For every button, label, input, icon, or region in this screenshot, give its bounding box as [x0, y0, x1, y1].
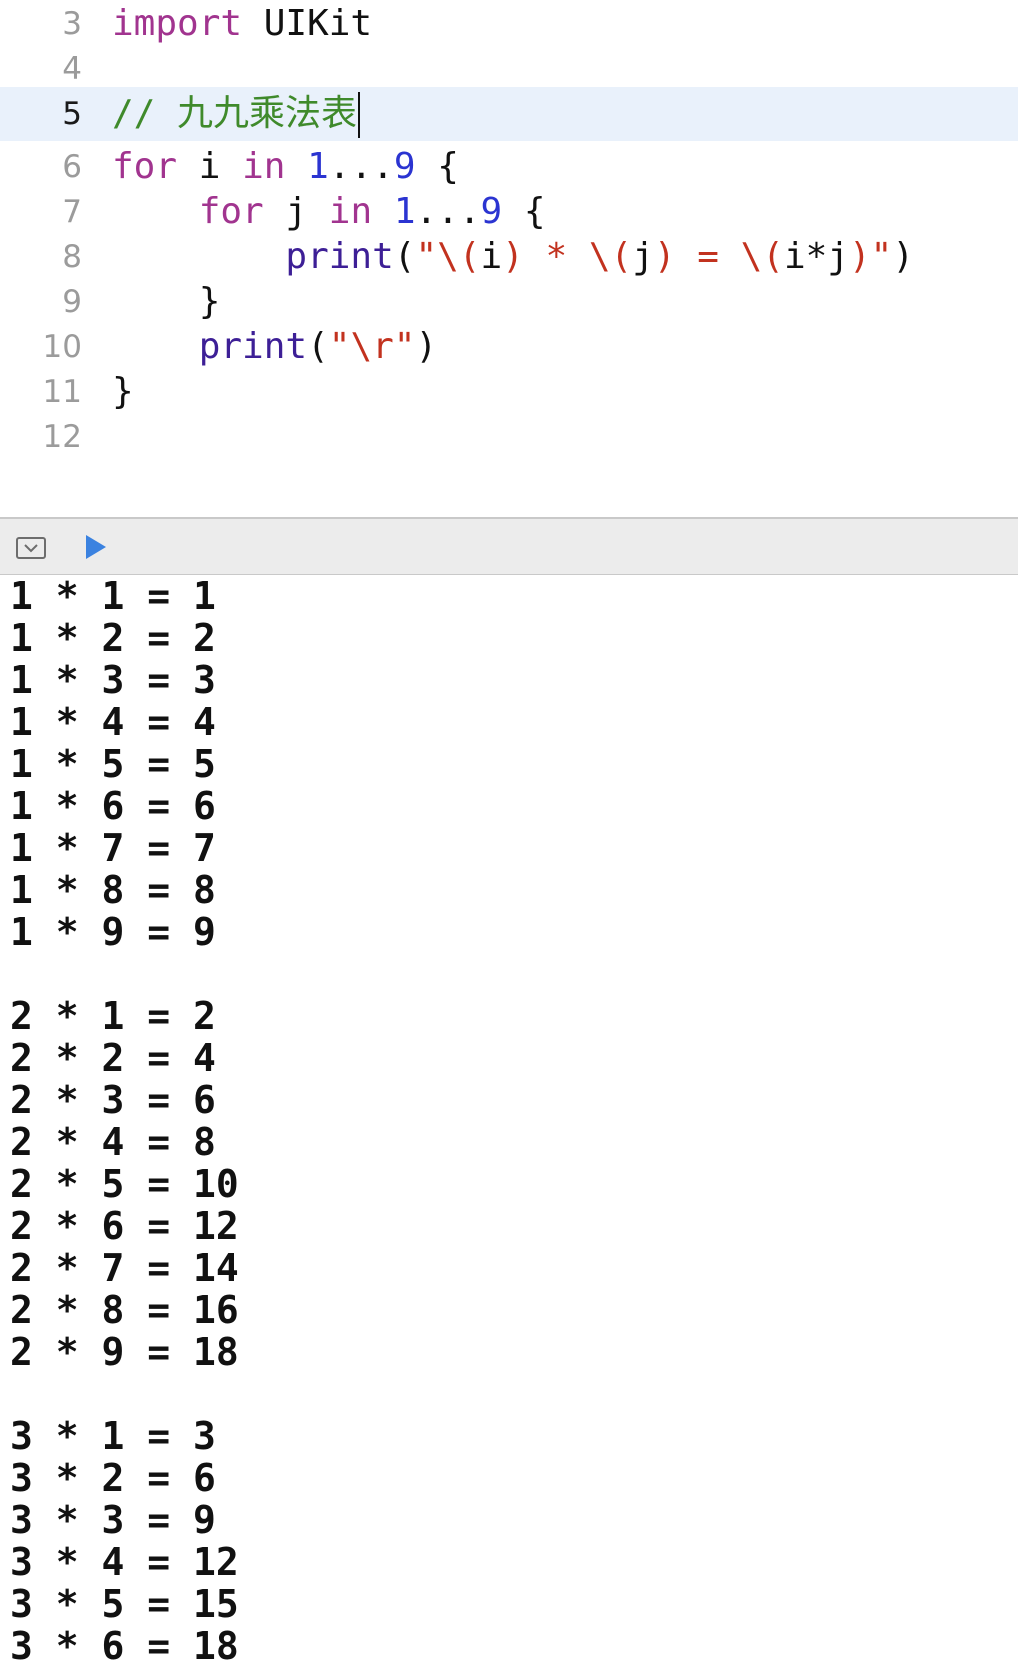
- code-token: print: [198, 326, 308, 367]
- console-line: 3 * 4 = 12: [10, 1540, 239, 1584]
- console-output: 1 * 1 = 11 * 2 = 21 * 3 = 31 * 4 = 41 * …: [0, 575, 1018, 1674]
- code-token: in: [242, 146, 286, 187]
- code-line[interactable]: 12: [0, 413, 1018, 461]
- code-token: import: [112, 3, 243, 44]
- console-line: 2 * 7 = 14: [10, 1246, 239, 1290]
- code-token: ) * \(: [502, 236, 633, 277]
- code-line[interactable]: 4: [0, 45, 1018, 93]
- code-token: i*j: [783, 236, 849, 277]
- code-token: "\r": [328, 326, 416, 367]
- code-text: import UIKit: [112, 0, 372, 48]
- console-line: 3 * 3 = 9: [10, 1498, 216, 1542]
- line-number: 9: [62, 284, 82, 320]
- code-token: j: [263, 191, 329, 232]
- code-line[interactable]: 8 print("\(i) * \(j) = \(i*j)"): [0, 233, 1018, 281]
- code-token: in: [328, 191, 373, 232]
- line-number: 3: [62, 6, 82, 42]
- console-line: 1 * 3 = 3: [10, 658, 216, 702]
- console-line: 1 * 1 = 1: [10, 575, 216, 618]
- code-token: ...: [328, 146, 394, 187]
- console-line: 1 * 6 = 6: [10, 784, 216, 828]
- code-token: 1: [307, 146, 329, 187]
- console-line: 2 * 9 = 18: [10, 1330, 239, 1374]
- console-line: 3 * 5 = 15: [10, 1582, 239, 1626]
- code-text: }: [112, 368, 134, 416]
- play-icon[interactable]: [84, 533, 108, 565]
- console-line: 2 * 6 = 12: [10, 1204, 239, 1248]
- code-token: ) = \(: [653, 236, 784, 277]
- code-token: }: [112, 281, 221, 322]
- code-text: print("\(i) * \(j) = \(i*j)"): [112, 233, 914, 281]
- code-token: {: [502, 191, 546, 232]
- code-token: )": [848, 236, 893, 277]
- code-text: for i in 1...9 {: [112, 143, 459, 191]
- code-text: // 九九乘法表: [112, 87, 361, 141]
- console-line: 2 * 8 = 16: [10, 1288, 239, 1332]
- code-token: 9: [480, 191, 503, 232]
- code-token: ): [892, 236, 915, 277]
- debug-toolbar: [0, 517, 1018, 575]
- line-number: 6: [62, 149, 82, 185]
- hide-debug-area-icon[interactable]: [16, 537, 46, 559]
- console-line: 1 * 2 = 2: [10, 616, 216, 660]
- code-token: ): [415, 326, 438, 367]
- code-token: i: [480, 236, 503, 277]
- console-line: 2 * 3 = 6: [10, 1078, 216, 1122]
- console-line: 2 * 2 = 4: [10, 1036, 216, 1080]
- console-line: 2 * 1 = 2: [10, 994, 216, 1038]
- line-number: 8: [62, 239, 82, 275]
- code-token: 9: [393, 146, 416, 187]
- line-number: 11: [42, 374, 82, 410]
- code-line[interactable]: 5 // 九九乘法表: [0, 87, 1018, 141]
- code-token: ...: [415, 191, 481, 232]
- code-token: }: [112, 371, 134, 412]
- console-line: 1 * 7 = 7: [10, 826, 216, 870]
- line-number: 4: [62, 51, 82, 87]
- console-line: 2 * 5 = 10: [10, 1162, 239, 1206]
- code-line[interactable]: 7 for j in 1...9 {: [0, 188, 1018, 236]
- code-token: j: [632, 236, 654, 277]
- code-line[interactable]: 6 for i in 1...9 {: [0, 143, 1018, 191]
- console-line: 1 * 5 = 5: [10, 742, 216, 786]
- console-line: 3 * 6 = 18: [10, 1624, 239, 1668]
- code-line[interactable]: 3 import UIKit: [0, 0, 1018, 48]
- line-number: 12: [42, 419, 82, 455]
- line-number: 5: [62, 96, 82, 132]
- line-number: 7: [62, 194, 82, 230]
- code-editor[interactable]: 3 import UIKit 4 5// 九九乘法表 6 for i in 1...9 {…: [0, 0, 1018, 517]
- console-line: 3 * 2 = 6: [10, 1456, 216, 1500]
- console-line: 1 * 9 = 9: [10, 910, 216, 954]
- console-line: 1 * 4 = 4: [10, 700, 216, 744]
- code-token: UIKit: [242, 3, 373, 44]
- code-token: for: [198, 191, 264, 232]
- code-token: i: [177, 146, 243, 187]
- text-cursor: [358, 92, 361, 138]
- console-line: 3 * 1 = 3: [10, 1414, 216, 1458]
- code-token: "\(: [415, 236, 481, 277]
- code-token: print: [285, 236, 394, 277]
- console-line: 2 * 4 = 8: [10, 1120, 216, 1164]
- console-line: 1 * 8 = 8: [10, 868, 216, 912]
- code-text: }: [112, 278, 221, 326]
- code-token: // 九九乘法表: [112, 93, 358, 134]
- code-token: {: [415, 146, 459, 187]
- code-token: for: [112, 146, 178, 187]
- code-token: (: [393, 236, 416, 277]
- code-line[interactable]: 10 print("\r"): [0, 323, 1018, 371]
- code-text: print("\r"): [112, 323, 437, 371]
- code-line[interactable]: 9 }: [0, 278, 1018, 326]
- line-number: 10: [42, 329, 82, 365]
- code-line[interactable]: 11}: [0, 368, 1018, 416]
- code-token: 1: [393, 191, 416, 232]
- code-text: for j in 1...9 {: [112, 188, 546, 236]
- code-token: (: [307, 326, 329, 367]
